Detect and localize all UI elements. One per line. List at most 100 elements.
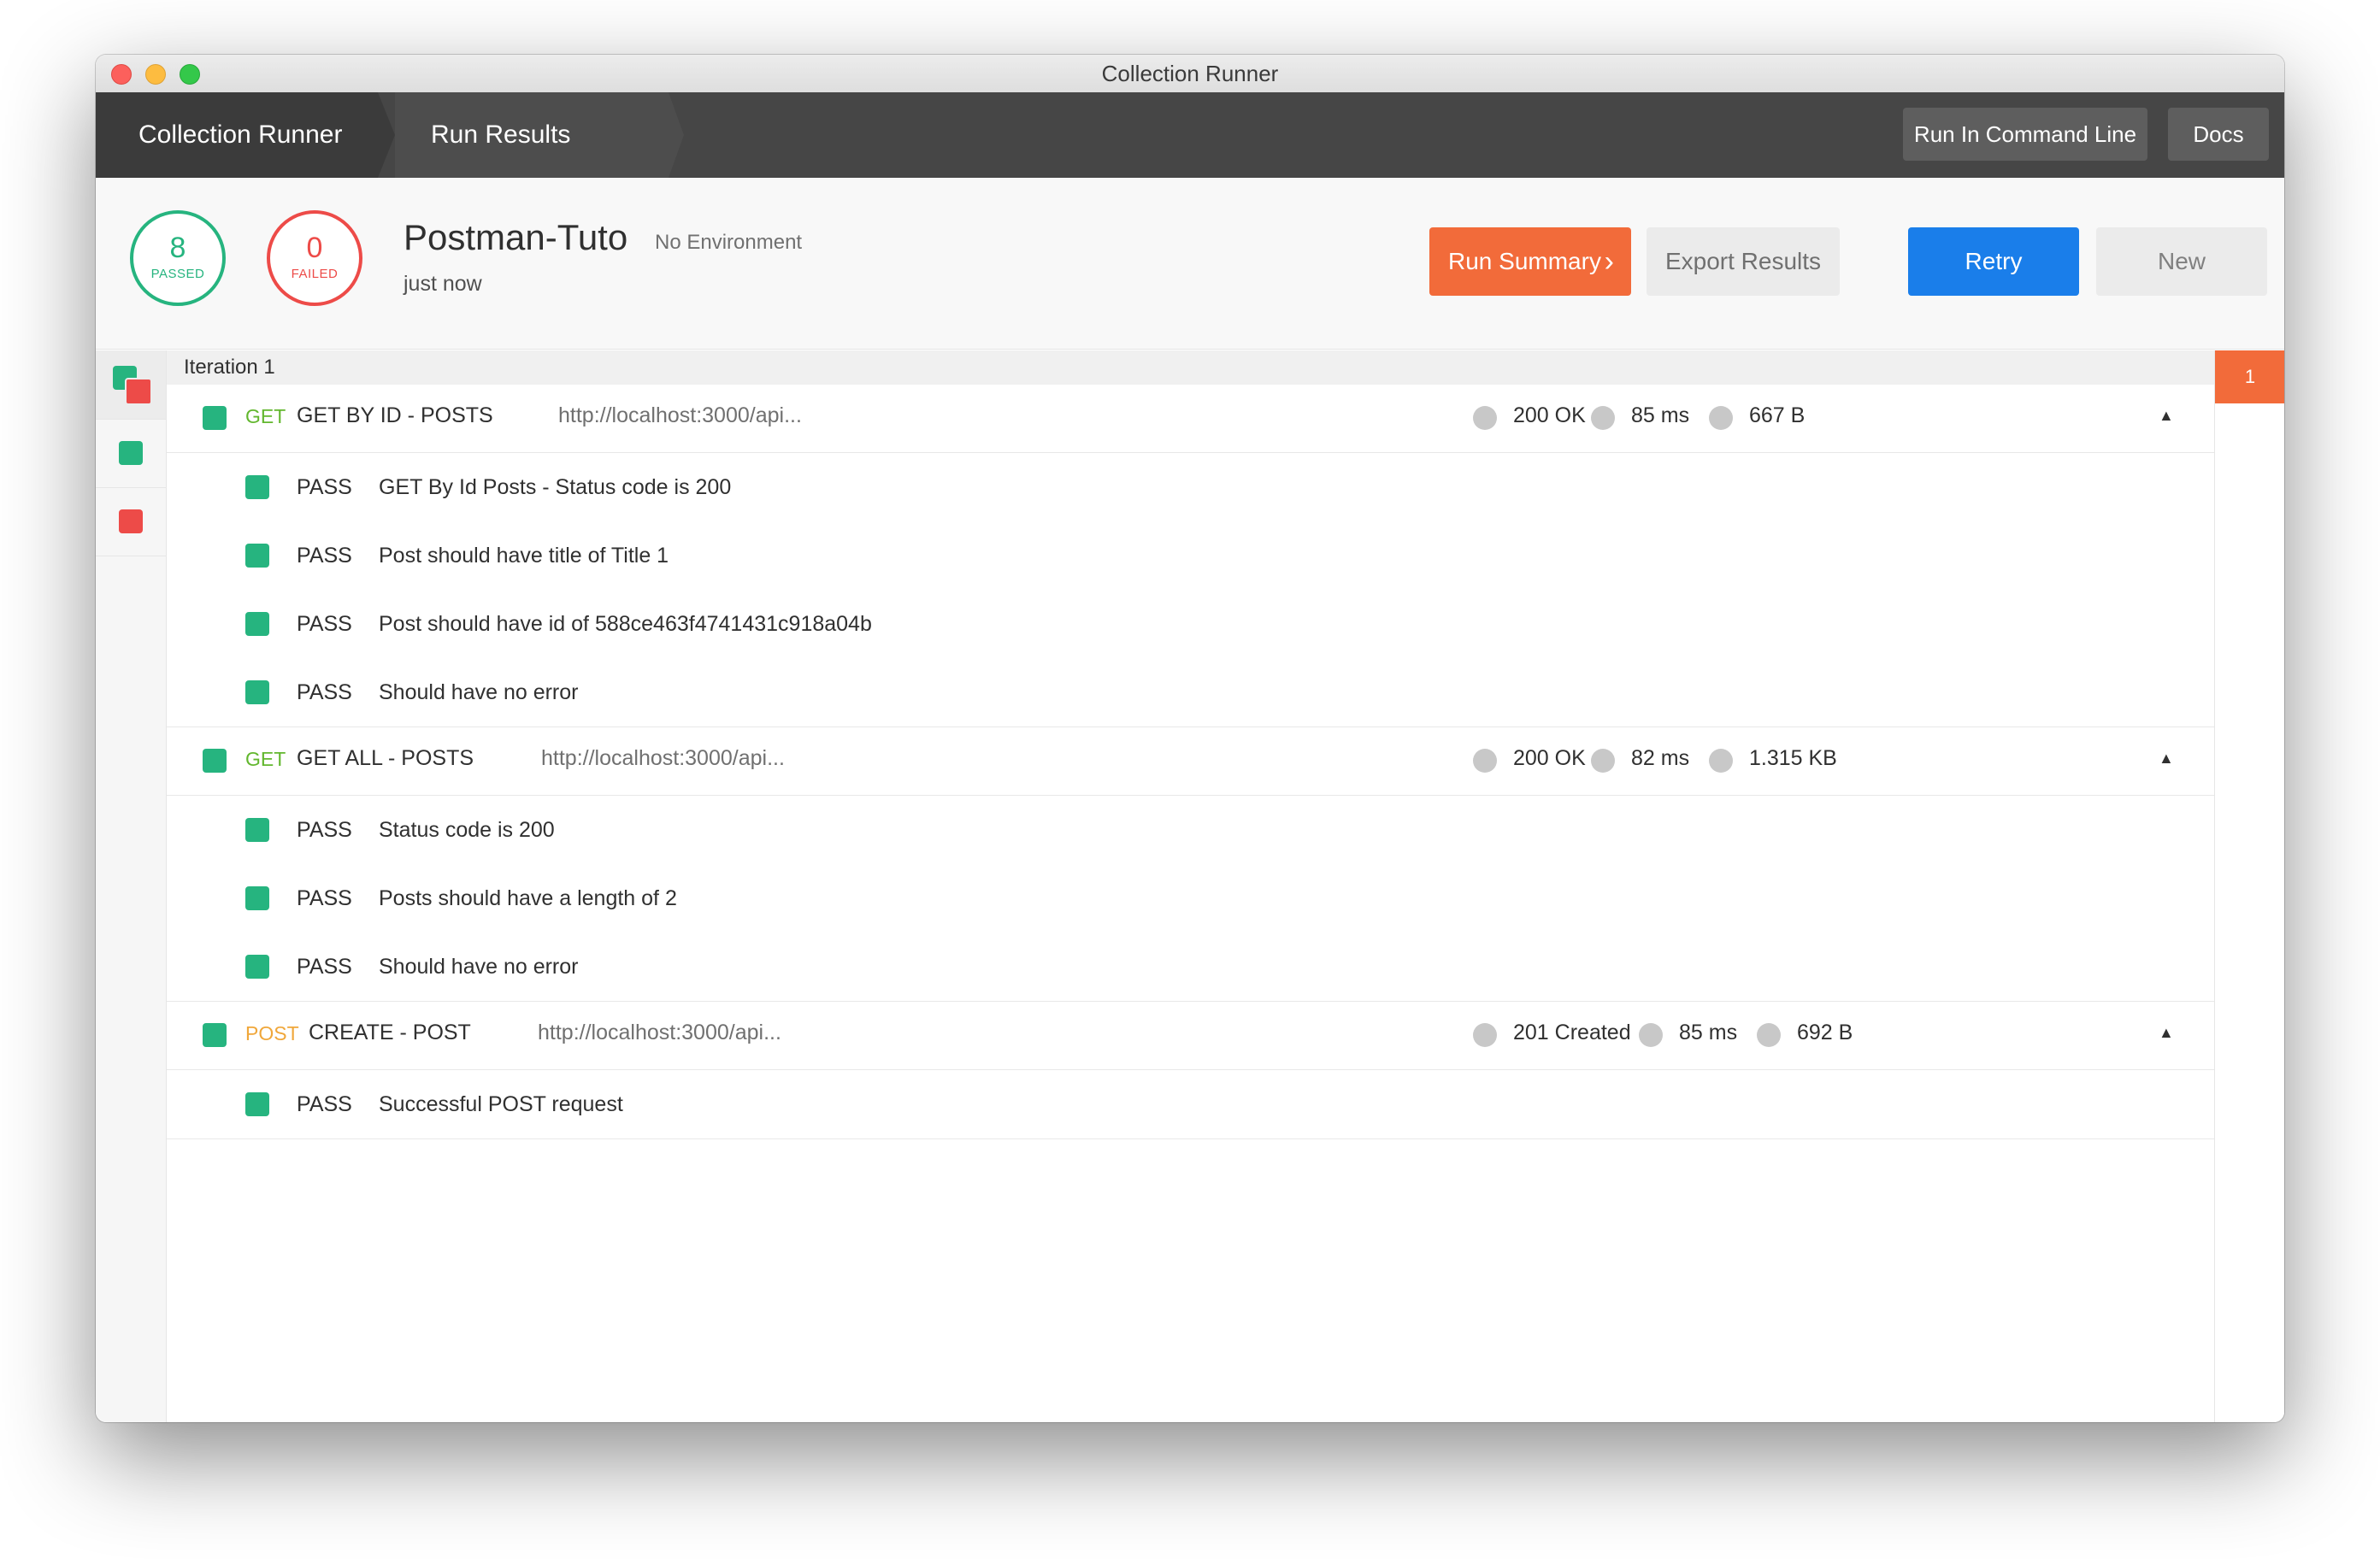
passed-label: PASSED [150,267,205,281]
response-time: 82 ms [1631,746,1690,770]
tab-collection-runner[interactable]: Collection Runner [96,92,378,178]
test-name: Posts should have a length of 2 [379,886,677,910]
tab-run-results[interactable]: Run Results [395,92,669,178]
test-result: PASS [297,680,352,704]
results-list: Iteration 1 GET GET BY ID - POSTS http:/… [167,350,2214,1422]
test-name: Post should have title of Title 1 [379,544,669,568]
size-dot-icon [1709,406,1733,430]
response-status: 200 OK [1513,746,1586,770]
test-result: PASS [297,475,352,499]
time-dot-icon [1591,749,1615,773]
test-row: PASS Status code is 200 [167,796,2214,864]
request-url: http://localhost:3000/api... [558,403,802,427]
pass-square-icon [245,886,269,910]
filter-all-button[interactable] [96,350,166,420]
test-name: Successful POST request [379,1092,623,1116]
request-row[interactable]: GET GET BY ID - POSTS http://localhost:3… [167,385,2214,453]
test-name: Status code is 200 [379,818,555,842]
window-title: Collection Runner [1101,61,1279,86]
request-url: http://localhost:3000/api... [541,746,785,770]
test-result: PASS [297,612,352,636]
breadcrumb-arrow [669,92,684,178]
response-time: 85 ms [1631,403,1690,427]
request-row[interactable]: POST CREATE - POST http://localhost:3000… [167,1002,2214,1070]
status-dot-icon [1473,406,1497,430]
request-name: CREATE - POST [309,1021,471,1044]
passed-count-badge: 8 PASSED [130,210,226,306]
test-name: GET By Id Posts - Status code is 200 [379,475,732,499]
request-name: GET ALL - POSTS [297,746,474,770]
filter-passed-button[interactable] [96,419,166,488]
pass-square-icon [245,544,269,568]
environment-label: No Environment [655,231,803,254]
app-header: Collection Runner Run Results Run In Com… [96,92,2284,178]
new-button[interactable]: New [2096,227,2267,296]
run-time: just now [404,272,482,296]
pass-square-icon [245,612,269,636]
collapse-caret-icon[interactable]: ▲ [2159,407,2174,425]
request-row[interactable]: GET GET ALL - POSTS http://localhost:300… [167,727,2214,796]
test-row: PASS Should have no error [167,932,2214,1002]
test-name: Should have no error [379,955,579,979]
test-row: PASS Post should have id of 588ce463f474… [167,590,2214,658]
run-summary-button[interactable]: Run Summary › [1429,227,1631,296]
docs-button[interactable]: Docs [2168,108,2269,161]
failed-square-icon [119,509,143,533]
test-result: PASS [297,886,352,910]
chevron-right-icon: › [1604,245,1614,278]
test-name: Should have no error [379,680,579,704]
pass-square-icon [245,1092,269,1116]
response-size: 692 B [1797,1021,1853,1044]
test-row: PASS Post should have title of Title 1 [167,521,2214,590]
pass-square-icon [245,818,269,842]
iteration-label: Iteration 1 [184,356,275,379]
run-summary-bar: 8 PASSED 0 FAILED Postman-Tuto No Enviro… [96,178,2284,350]
test-row: PASS Should have no error [167,658,2214,727]
iteration-badge[interactable]: 1 [2215,350,2284,403]
response-size: 1.315 KB [1749,746,1837,770]
response-size: 667 B [1749,403,1806,427]
passed-square-icon [119,441,143,465]
test-name: Post should have id of 588ce463f4741431c… [379,612,872,636]
time-dot-icon [1639,1023,1663,1047]
failed-square-icon [125,378,152,405]
result-filter-sidebar [96,350,167,1422]
response-status: 201 Created [1513,1021,1631,1044]
iteration-header: Iteration 1 [167,350,2214,385]
test-row: PASS GET By Id Posts - Status code is 20… [167,453,2214,521]
failed-count-badge: 0 FAILED [267,210,362,306]
pass-square-icon [245,955,269,979]
failed-label: FAILED [291,267,339,281]
pass-square-icon [203,1023,227,1047]
pass-square-icon [245,680,269,704]
test-result: PASS [297,818,352,842]
test-result: PASS [297,955,352,979]
test-row: PASS Posts should have a length of 2 [167,864,2214,932]
breadcrumb-arrow [378,92,395,178]
response-time: 85 ms [1679,1021,1738,1044]
passed-count: 8 [169,232,186,264]
test-row: PASS Successful POST request [167,1070,2214,1139]
pass-square-icon [245,475,269,499]
test-result: PASS [297,1092,352,1116]
collapse-caret-icon[interactable]: ▲ [2159,750,2174,768]
request-url: http://localhost:3000/api... [538,1021,781,1044]
collection-runner-window: Collection Runner Collection Runner Run … [96,55,2284,1422]
status-dot-icon [1473,749,1497,773]
size-dot-icon [1709,749,1733,773]
collection-name: Postman-Tuto [404,217,628,257]
pass-square-icon [203,406,227,430]
test-result: PASS [297,544,352,568]
retry-button[interactable]: Retry [1908,227,2079,296]
run-in-command-line-button[interactable]: Run In Command Line [1903,108,2147,161]
filter-failed-button[interactable] [96,487,166,556]
collapse-caret-icon[interactable]: ▲ [2159,1024,2174,1042]
time-dot-icon [1591,406,1615,430]
request-name: GET BY ID - POSTS [297,403,493,427]
pass-square-icon [203,749,227,773]
request-method: GET [245,405,286,427]
status-dot-icon [1473,1023,1497,1047]
request-method: GET [245,748,286,770]
export-results-button[interactable]: Export Results [1647,227,1840,296]
request-method: POST [245,1022,299,1044]
